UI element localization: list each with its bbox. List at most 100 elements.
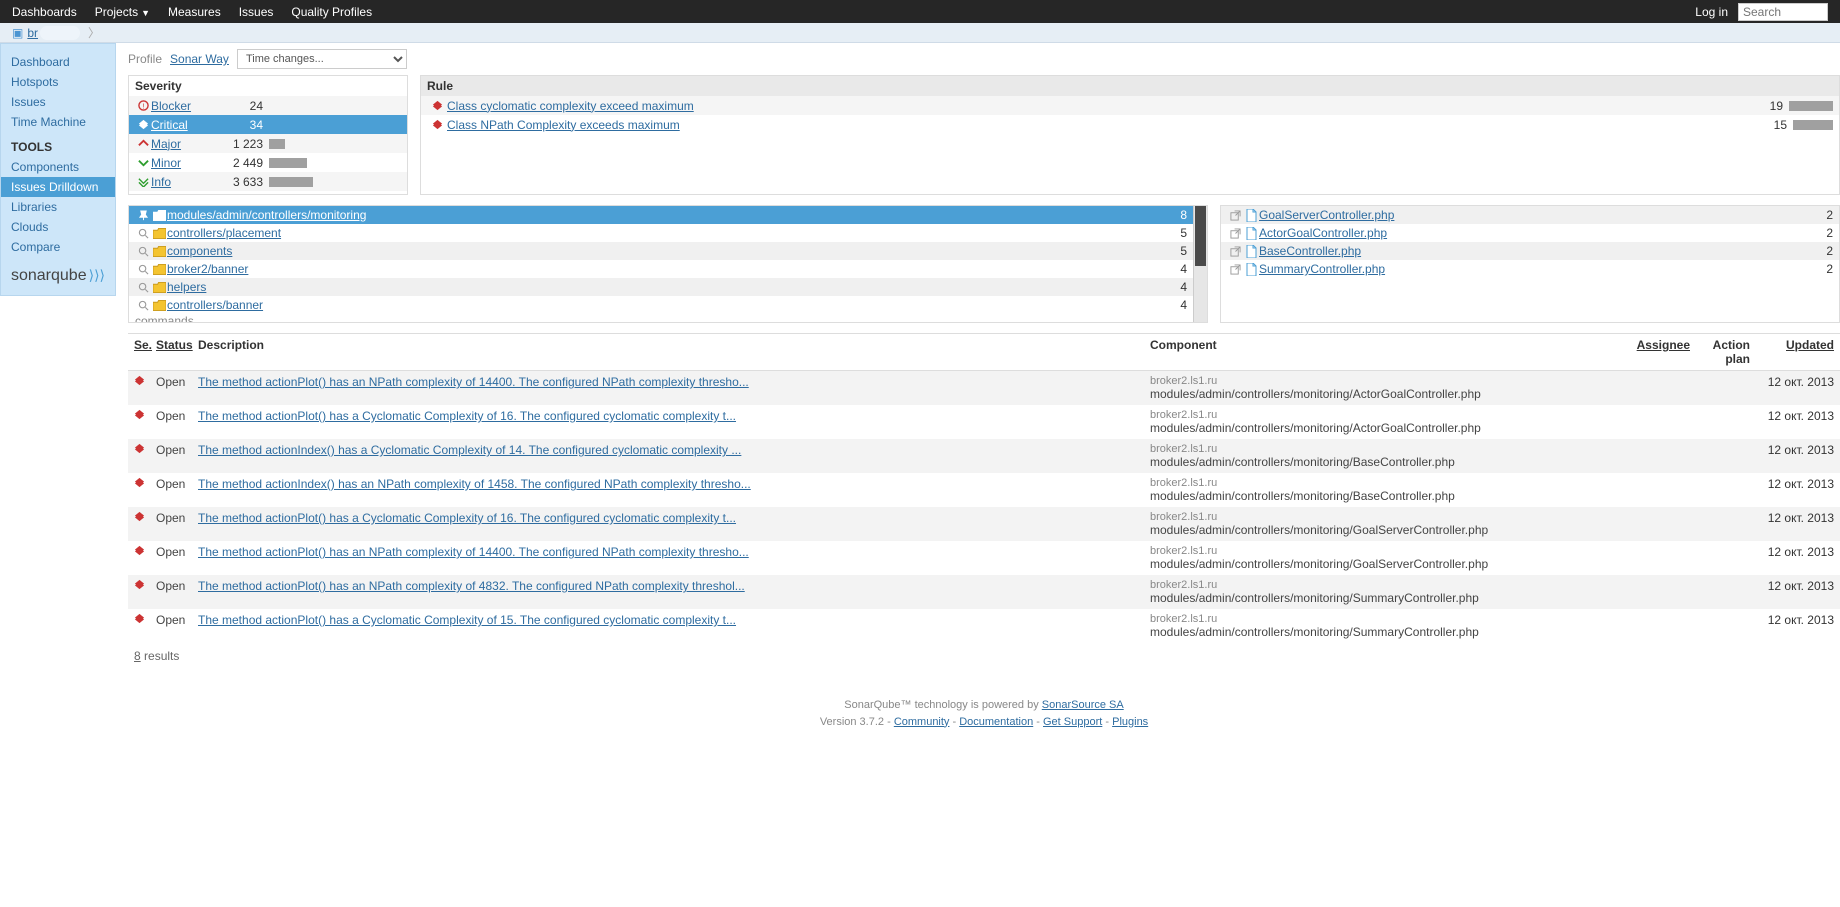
sidebar-item-components[interactable]: Components: [1, 157, 115, 177]
severity-row-info[interactable]: Info3 633: [129, 172, 407, 191]
col-status[interactable]: Status: [156, 338, 198, 366]
file-row[interactable]: SummaryController.php2: [1221, 260, 1839, 278]
issue-project: broker2.ls1.ru: [1150, 375, 1610, 387]
file-row[interactable]: GoalServerController.php 2: [1221, 206, 1839, 224]
search-icon: [135, 300, 151, 311]
breadcrumb-project[interactable]: br: [27, 26, 38, 40]
top-navbar: Dashboards Projects▼ Measures Issues Qua…: [0, 0, 1840, 23]
file-row[interactable]: BaseController.php2: [1221, 242, 1839, 260]
nav-dashboards[interactable]: Dashboards: [12, 5, 77, 19]
folder-link[interactable]: broker2/banner: [167, 262, 248, 276]
folder-count: 8: [1157, 208, 1187, 222]
folder-row[interactable]: components 5: [129, 242, 1207, 260]
issue-description-link[interactable]: The method actionPlot() has a Cyclomatic…: [198, 511, 736, 525]
critical-icon: [134, 443, 156, 457]
footer-community-link[interactable]: Community: [894, 716, 950, 728]
rule-bar: [1793, 120, 1833, 130]
file-count: 2: [1803, 226, 1833, 240]
folder-row[interactable]: helpers4: [129, 278, 1207, 296]
sonarqube-logo: sonarqube⟩⟩⟩: [1, 257, 115, 295]
issue-description-link[interactable]: The method actionPlot() has an NPath com…: [198, 579, 745, 593]
external-link-icon[interactable]: [1227, 228, 1243, 239]
severity-row-minor[interactable]: Minor2 449: [129, 153, 407, 172]
folder-row[interactable]: broker2/banner 4: [129, 260, 1207, 278]
col-severity[interactable]: Se.: [134, 338, 156, 366]
folder-row[interactable]: controllers/placement5: [129, 224, 1207, 242]
sidebar-item-hotspots[interactable]: Hotspots: [1, 72, 115, 92]
footer-support-link[interactable]: Get Support: [1043, 716, 1102, 728]
file-link[interactable]: GoalServerController.php: [1259, 208, 1394, 222]
folder-link[interactable]: controllers/banner: [167, 298, 263, 312]
severity-link[interactable]: Major: [151, 137, 181, 151]
severity-link[interactable]: Info: [151, 175, 171, 189]
severity-link[interactable]: Critical: [151, 118, 188, 132]
login-link[interactable]: Log in: [1695, 5, 1728, 19]
severity-row-blocker[interactable]: !Blocker24: [129, 96, 407, 115]
critical-icon: [134, 409, 156, 423]
file-link[interactable]: SummaryController.php: [1259, 262, 1385, 276]
nav-projects[interactable]: Projects▼: [95, 5, 150, 19]
sidebar-item-libraries[interactable]: Libraries: [1, 197, 115, 217]
nav-issues[interactable]: Issues: [239, 5, 274, 19]
rule-row[interactable]: Class NPath Complexity exceeds maximum15: [421, 115, 1839, 134]
issue-description-link[interactable]: The method actionPlot() has an NPath com…: [198, 375, 749, 389]
issue-description-link[interactable]: The method actionIndex() has a Cyclomati…: [198, 443, 741, 457]
issue-description-link[interactable]: The method actionPlot() has an NPath com…: [198, 545, 749, 559]
external-link-icon[interactable]: [1227, 210, 1243, 221]
issue-updated: 12 окт. 2013: [1750, 579, 1834, 593]
file-link[interactable]: ActorGoalController.php: [1259, 226, 1387, 240]
issue-path: modules/admin/controllers/monitoring/Bas…: [1150, 455, 1610, 469]
issue-updated: 12 окт. 2013: [1750, 511, 1834, 525]
folder-row[interactable]: modules/admin/controllers/monitoring 8: [129, 206, 1207, 224]
severity-header: Severity: [129, 76, 407, 96]
sidebar-item-issues-drilldown[interactable]: Issues Drilldown: [1, 177, 115, 197]
wave-icon: ⟩⟩⟩: [89, 267, 105, 283]
footer-sonarsource-link[interactable]: SonarSource SA: [1042, 699, 1124, 711]
critical-icon: [134, 375, 156, 389]
folder-row[interactable]: controllers/banner4: [129, 296, 1207, 314]
search-input[interactable]: [1738, 3, 1828, 21]
rule-row[interactable]: Class cyclomatic complexity exceed maxim…: [421, 96, 1839, 115]
issue-description-link[interactable]: The method actionPlot() has a Cyclomatic…: [198, 409, 736, 423]
file-count: 2: [1803, 208, 1833, 222]
sidebar-item-clouds[interactable]: Clouds: [1, 217, 115, 237]
rule-link[interactable]: Class NPath Complexity exceeds maximum: [447, 118, 680, 132]
external-link-icon[interactable]: [1227, 264, 1243, 275]
file-link[interactable]: BaseController.php: [1259, 244, 1361, 258]
issue-path: modules/admin/controllers/monitoring/Sum…: [1150, 591, 1610, 605]
project-icon: ▣: [12, 26, 23, 40]
issue-description-link[interactable]: The method actionPlot() has a Cyclomatic…: [198, 613, 736, 627]
severity-row-critical[interactable]: Critical34: [129, 115, 407, 134]
rule-count: 19: [1749, 99, 1789, 113]
folder-scrollbar[interactable]: [1193, 206, 1207, 322]
issue-project: broker2.ls1.ru: [1150, 579, 1610, 591]
file-row[interactable]: ActorGoalController.php 2: [1221, 224, 1839, 242]
folder-count: 4: [1157, 262, 1187, 276]
folder-link[interactable]: modules/admin/controllers/monitoring: [167, 208, 366, 222]
time-changes-select[interactable]: Time changes...: [237, 49, 407, 69]
rule-link[interactable]: Class cyclomatic complexity exceed maxim…: [447, 99, 694, 113]
profile-name-link[interactable]: Sonar Way: [170, 52, 229, 66]
severity-count: 24: [221, 99, 269, 113]
sidebar-item-compare[interactable]: Compare: [1, 237, 115, 257]
severity-link[interactable]: Minor: [151, 156, 181, 170]
footer-plugins-link[interactable]: Plugins: [1112, 716, 1148, 728]
folder-link[interactable]: controllers/placement: [167, 226, 281, 240]
sidebar-item-dashboard[interactable]: Dashboard: [1, 52, 115, 72]
sidebar-item-issues[interactable]: Issues: [1, 92, 115, 112]
severity-link[interactable]: Blocker: [151, 99, 191, 113]
col-assignee[interactable]: Assignee: [1610, 338, 1690, 366]
folder-count: 5: [1157, 244, 1187, 258]
nav-measures[interactable]: Measures: [168, 5, 221, 19]
severity-row-major[interactable]: Major1 223: [129, 134, 407, 153]
folder-link[interactable]: components: [167, 244, 232, 258]
nav-quality-profiles[interactable]: Quality Profiles: [291, 5, 372, 19]
issue-description-link[interactable]: The method actionIndex() has an NPath co…: [198, 477, 751, 491]
issue-project: broker2.ls1.ru: [1150, 613, 1610, 625]
external-link-icon[interactable]: [1227, 246, 1243, 257]
folder-link[interactable]: helpers: [167, 280, 206, 294]
footer-documentation-link[interactable]: Documentation: [959, 716, 1033, 728]
col-updated[interactable]: Updated: [1750, 338, 1834, 366]
sidebar-item-time-machine[interactable]: Time Machine: [1, 112, 115, 132]
critical-icon: [134, 613, 156, 627]
